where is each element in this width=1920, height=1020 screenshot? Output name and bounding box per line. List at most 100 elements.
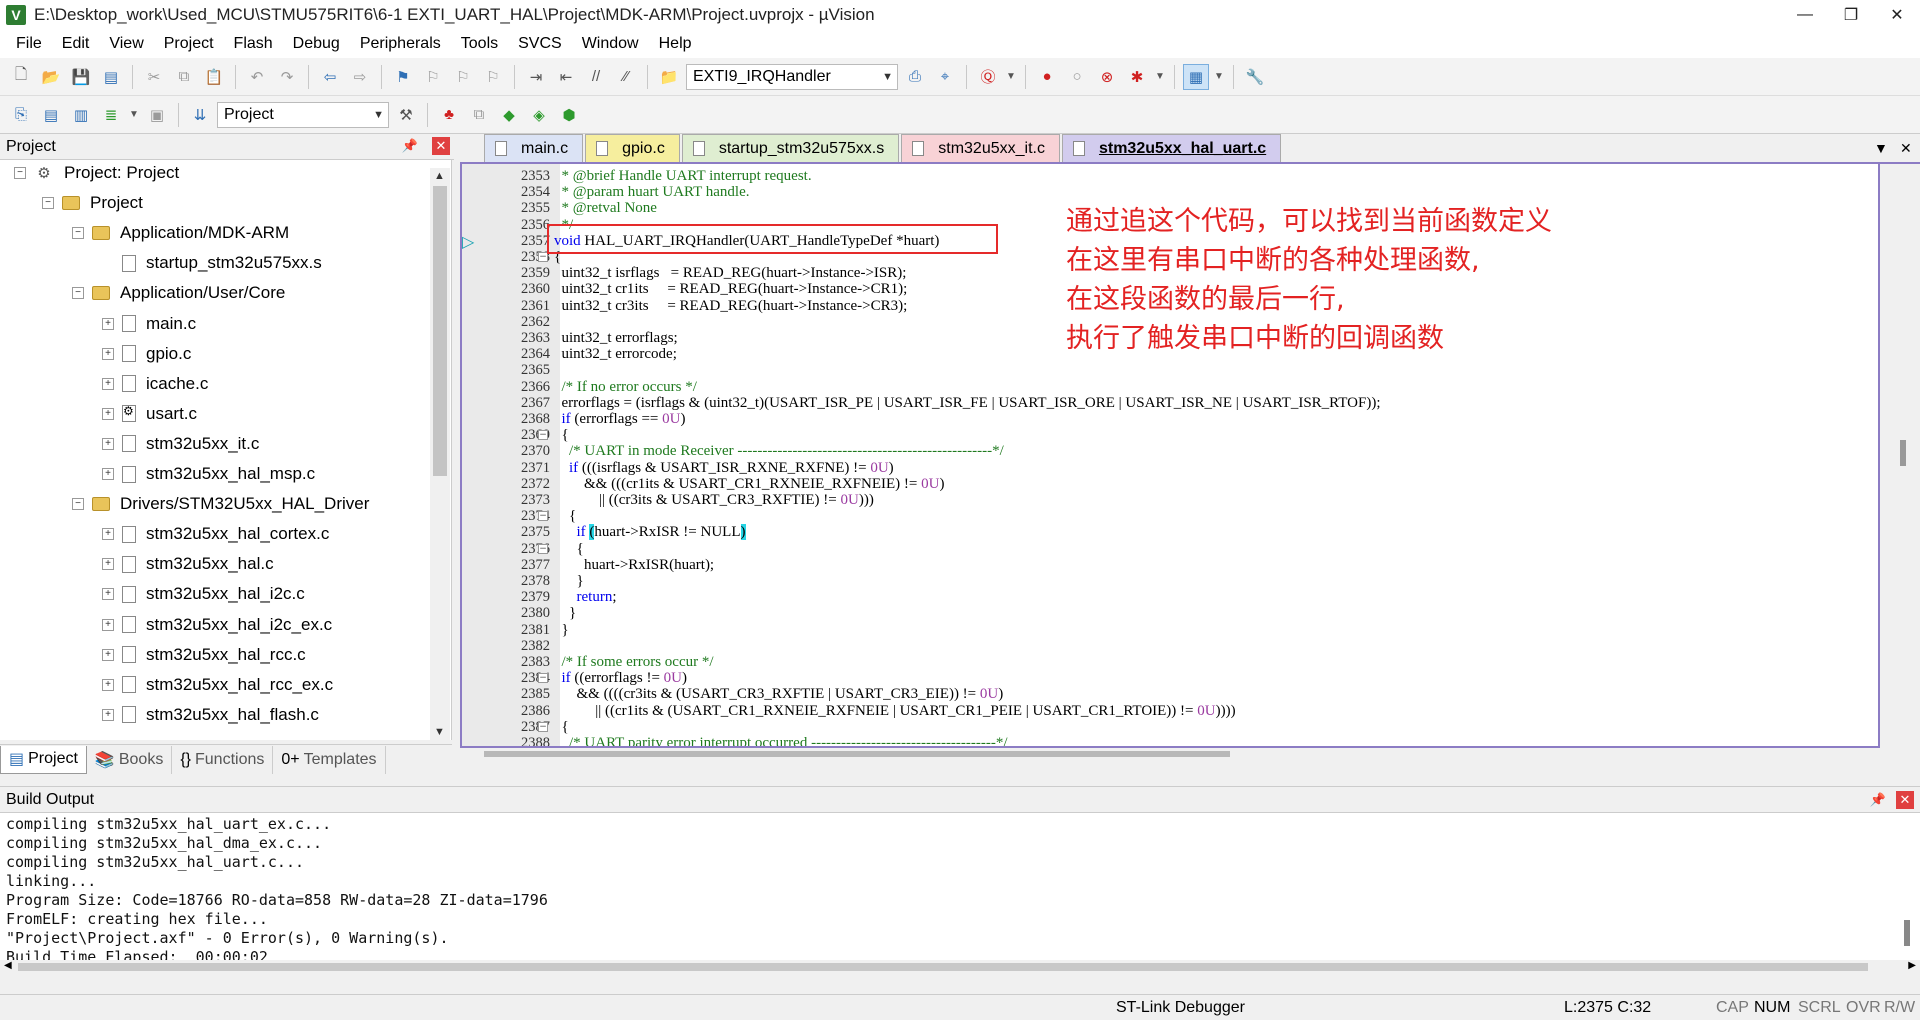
- expand-icon[interactable]: +: [102, 708, 114, 721]
- code-line[interactable]: /* If no error occurs */: [554, 379, 697, 395]
- expand-icon[interactable]: +: [102, 528, 114, 541]
- close-tab-icon[interactable]: ✕: [1900, 140, 1912, 157]
- tab-startup-s[interactable]: startup_stm32u575xx.s: [681, 134, 900, 162]
- code-line[interactable]: uint32_t errorcode;: [554, 346, 677, 362]
- expand-icon[interactable]: +: [102, 558, 114, 571]
- tree-item[interactable]: + stm32u5xx_hal_rcc_ex.c: [102, 673, 333, 697]
- code-line[interactable]: uint32_t cr1its = READ_REG(huart->Instan…: [554, 281, 908, 297]
- close-panel-icon[interactable]: ✕: [1896, 790, 1914, 809]
- menu-debug[interactable]: Debug: [283, 30, 350, 58]
- chevron-down-icon[interactable]: ▼: [1213, 64, 1225, 90]
- open-file-icon[interactable]: 📂: [38, 64, 64, 90]
- navigate-back-icon[interactable]: ⇦: [317, 64, 343, 90]
- batch-build-icon[interactable]: ≣: [98, 102, 124, 128]
- tree-item[interactable]: − Application/User/Core: [72, 281, 285, 305]
- tab-main-c[interactable]: main.c: [484, 134, 584, 162]
- code-line[interactable]: /* If some errors occur */: [554, 654, 714, 670]
- code-line[interactable]: }: [554, 605, 576, 621]
- scrollbar-thumb[interactable]: [18, 963, 1868, 971]
- function-combo[interactable]: EXTI9_IRQHandler ▼: [686, 63, 898, 90]
- pin-icon[interactable]: 📌: [402, 138, 418, 154]
- next-bookmark-icon[interactable]: ⚐: [450, 64, 476, 90]
- code-line[interactable]: || ((cr1its & (USART_CR1_RXNEIE_RXFNEIE …: [554, 703, 1235, 719]
- breakpoint-icon[interactable]: ●: [1034, 64, 1060, 90]
- expand-icon[interactable]: +: [102, 317, 114, 330]
- tree-item[interactable]: + icache.c: [102, 372, 208, 396]
- code-line[interactable]: uint32_t errorflags;: [554, 330, 678, 346]
- code-line[interactable]: if (((isrflags & USART_ISR_RXNE_RXFNE) !…: [554, 460, 894, 476]
- find-icon[interactable]: ⌖: [932, 64, 958, 90]
- uncomment-icon[interactable]: ⁄⁄: [613, 64, 639, 90]
- target-options-icon[interactable]: ⚒: [393, 102, 419, 128]
- rebuild-icon[interactable]: ▥: [68, 102, 94, 128]
- code-line[interactable]: return;: [554, 589, 617, 605]
- breakpoint-options-icon[interactable]: ✱: [1124, 64, 1150, 90]
- restore-button[interactable]: ❐: [1828, 0, 1874, 30]
- tree-item[interactable]: + stm32u5xx_hal_i2c.c: [102, 582, 305, 606]
- build-output[interactable]: compiling stm32u5xx_hal_uart_ex.c... comp…: [0, 812, 1920, 972]
- code-line[interactable]: }: [554, 573, 584, 589]
- menu-flash[interactable]: Flash: [224, 30, 283, 58]
- menu-view[interactable]: View: [99, 30, 153, 58]
- window-layout-icon[interactable]: ▦: [1183, 63, 1209, 90]
- build-vertical-scroll-thumb[interactable]: [1904, 920, 1910, 946]
- find-in-files-icon[interactable]: 📁: [656, 64, 682, 90]
- tree-item[interactable]: + stm32u5xx_hal.c: [102, 552, 274, 576]
- minimize-button[interactable]: —: [1782, 0, 1828, 30]
- menu-tools[interactable]: Tools: [451, 30, 508, 58]
- expand-icon[interactable]: +: [102, 588, 114, 601]
- close-panel-icon[interactable]: ✕: [432, 137, 450, 155]
- code-line[interactable]: && ((((cr3its & (USART_CR3_RXFTIE | USAR…: [554, 686, 1004, 702]
- incremental-find-icon[interactable]: ⎙: [902, 64, 928, 90]
- expand-icon[interactable]: +: [102, 648, 114, 661]
- scrollbar-thumb[interactable]: [484, 751, 1230, 757]
- tab-books[interactable]: 📚 Books: [87, 745, 173, 774]
- paste-icon[interactable]: 📋: [201, 64, 227, 90]
- kill-breakpoints-icon[interactable]: ⊗: [1094, 64, 1120, 90]
- bookmark-icon[interactable]: ⚑: [390, 64, 416, 90]
- comment-icon[interactable]: //: [583, 64, 609, 90]
- code-line[interactable]: uint32_t cr3its = READ_REG(huart->Instan…: [554, 298, 908, 314]
- expand-icon[interactable]: +: [102, 468, 114, 480]
- tree-item[interactable]: + stm32u5xx_hal_cortex.c: [102, 522, 329, 546]
- expand-icon[interactable]: +: [102, 437, 114, 450]
- unindent-icon[interactable]: ⇤: [553, 64, 579, 90]
- tree-item[interactable]: − ⚙ Project: Project: [14, 161, 179, 185]
- collapse-icon[interactable]: −: [14, 167, 26, 179]
- code-line[interactable]: }: [554, 622, 569, 638]
- editor-horizontal-scrollbar[interactable]: [460, 748, 1880, 760]
- code-line[interactable]: if ((errorflags != 0U): [554, 670, 688, 686]
- translate-icon[interactable]: ⎘: [8, 102, 34, 128]
- code-line[interactable]: || ((cr3its & USART_CR3_RXFTIE) != 0U))): [554, 492, 874, 508]
- configure-icon[interactable]: 🔧: [1242, 64, 1268, 90]
- fold-toggle-icon[interactable]: −: [538, 673, 548, 684]
- build-horizontal-scrollbar[interactable]: ◀ ▶: [0, 960, 1920, 974]
- prev-bookmark-icon[interactable]: ⚐: [420, 64, 446, 90]
- tab-project[interactable]: ▤ Project: [0, 745, 87, 774]
- navigate-forward-icon[interactable]: ⇨: [347, 64, 373, 90]
- tree-item[interactable]: + main.c: [102, 312, 196, 336]
- menu-peripherals[interactable]: Peripherals: [350, 30, 451, 58]
- editor-vertical-scroll-thumb[interactable]: [1900, 440, 1906, 466]
- expand-icon[interactable]: +: [102, 407, 114, 420]
- run-time-environment-icon[interactable]: ⬢: [556, 102, 582, 128]
- chevron-down-icon[interactable]: ▼: [128, 102, 140, 128]
- code-line[interactable]: {: [554, 427, 569, 443]
- fold-toggle-icon[interactable]: −: [538, 511, 548, 522]
- close-button[interactable]: ✕: [1874, 0, 1920, 30]
- expand-icon[interactable]: +: [102, 618, 114, 631]
- fold-toggle-icon[interactable]: −: [538, 430, 548, 441]
- collapse-icon[interactable]: −: [42, 197, 54, 210]
- code-line[interactable]: {: [554, 719, 569, 735]
- menu-window[interactable]: Window: [572, 30, 649, 58]
- chevron-down-icon[interactable]: ▼: [1154, 64, 1166, 90]
- code-line[interactable]: uint32_t isrflags = READ_REG(huart->Inst…: [554, 265, 907, 281]
- new-file-icon[interactable]: 🗋: [8, 64, 34, 90]
- code-line[interactable]: huart->RxISR(huart);: [554, 557, 714, 573]
- tree-item[interactable]: + gpio.c: [102, 342, 191, 366]
- fold-toggle-icon[interactable]: −: [538, 543, 548, 554]
- collapse-icon[interactable]: −: [72, 287, 84, 300]
- disable-breakpoint-icon[interactable]: ○: [1064, 64, 1090, 90]
- code-line[interactable]: {: [554, 541, 584, 557]
- save-icon[interactable]: 💾: [68, 64, 94, 90]
